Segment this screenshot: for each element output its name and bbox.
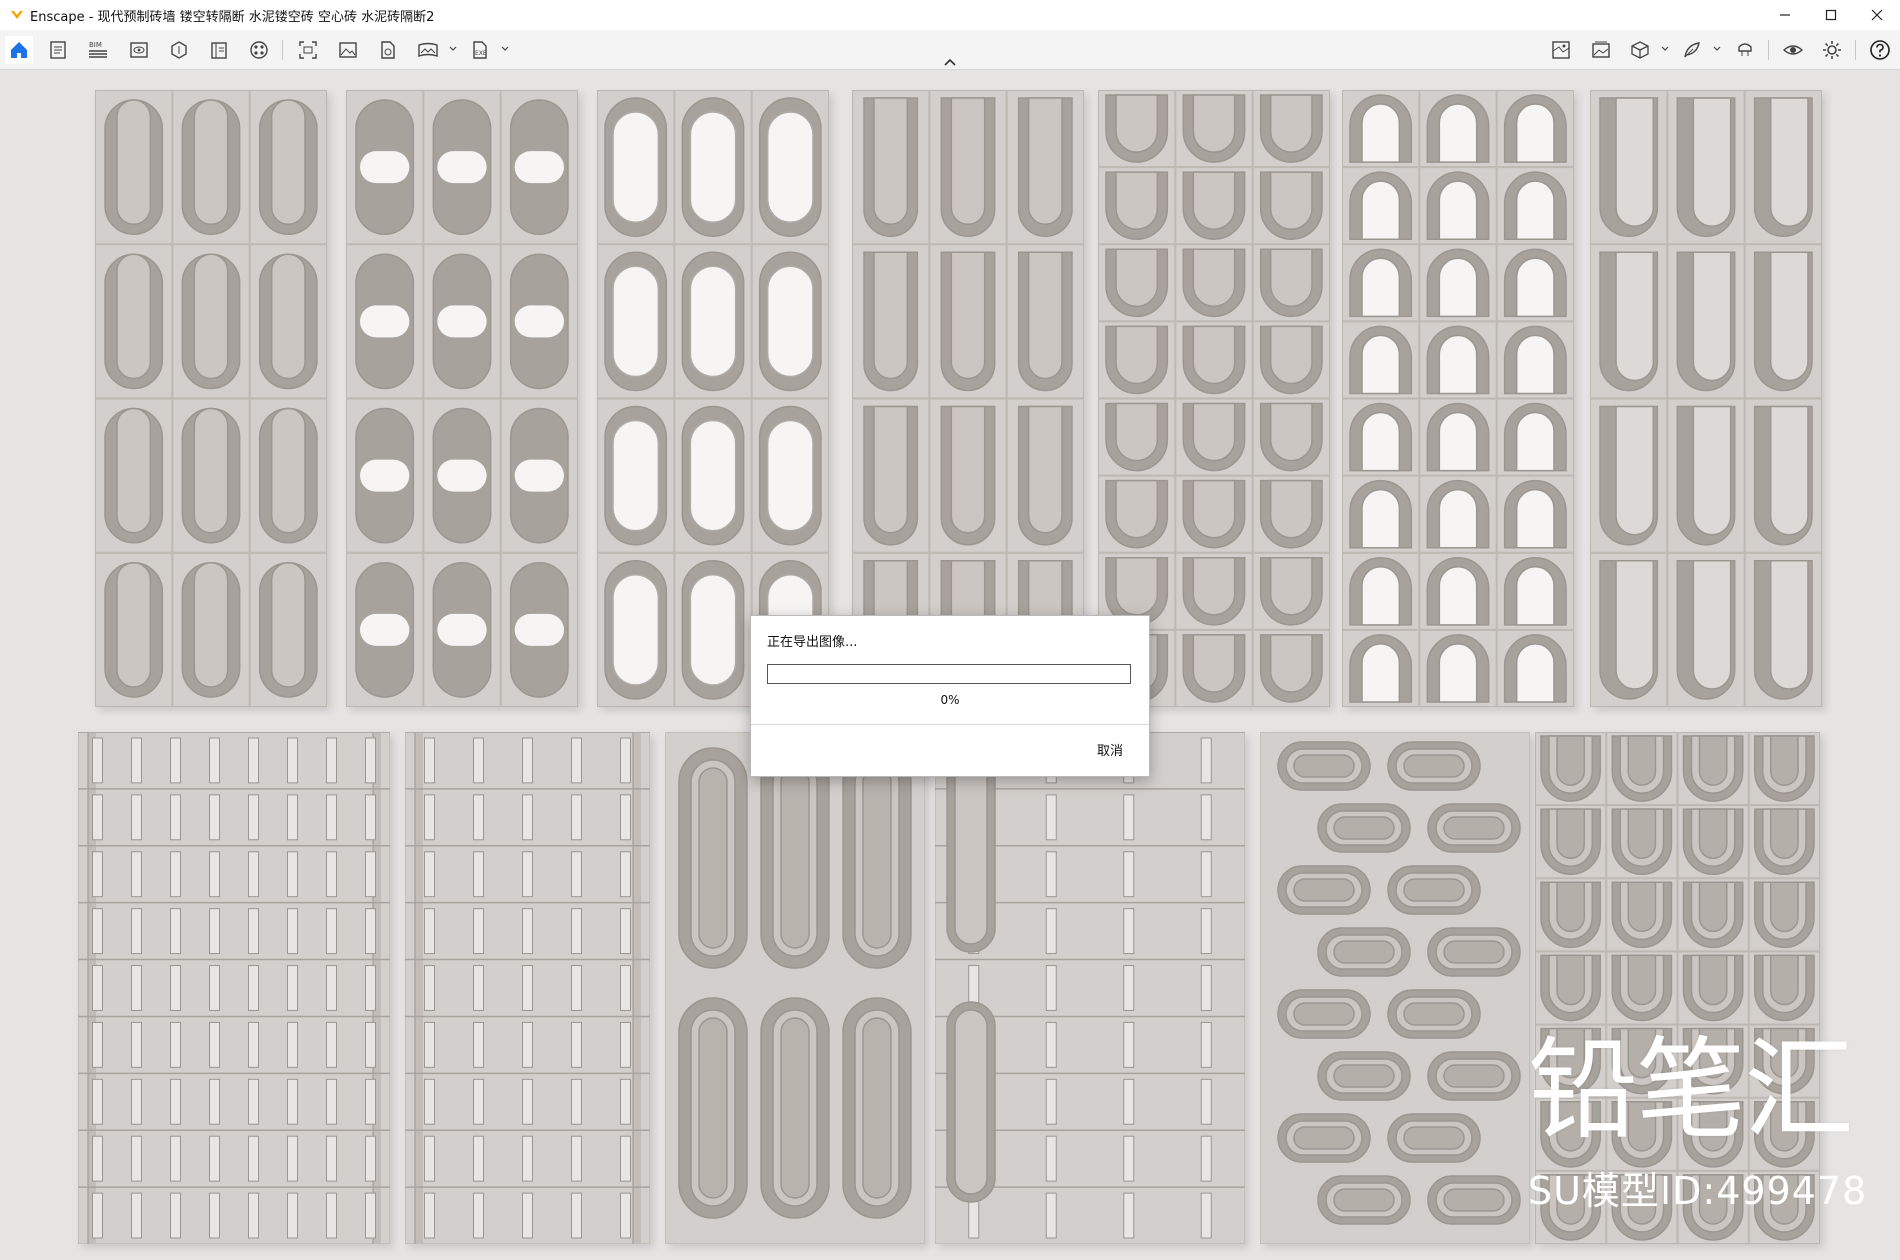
brick-panel-long-oval	[665, 732, 925, 1244]
cube-icon	[1631, 41, 1649, 59]
brick-panel-ribs-dense	[78, 732, 390, 1244]
image-icon	[339, 42, 357, 58]
brick-panel-ribs	[405, 732, 650, 1244]
eye-icon	[1782, 45, 1804, 55]
dialog-message: 正在导出图像...	[767, 635, 858, 650]
cancel-button[interactable]: 取消	[1091, 738, 1129, 761]
brick-panel-oval-ribs	[935, 732, 1245, 1244]
close-icon	[1871, 9, 1883, 21]
close-button[interactable]	[1854, 0, 1900, 30]
asset-library-icon	[171, 41, 187, 59]
image-gallery-button[interactable]	[1587, 36, 1615, 64]
book-icon	[211, 42, 227, 59]
cube-button[interactable]	[1626, 36, 1654, 64]
settings-icon	[1823, 41, 1841, 59]
home-button[interactable]	[5, 36, 33, 64]
minimize-icon	[1780, 14, 1790, 16]
file-export-button[interactable]	[374, 36, 402, 64]
help-button[interactable]	[1866, 36, 1894, 64]
screenshot-button[interactable]	[294, 36, 322, 64]
panorama-button[interactable]	[414, 36, 442, 64]
feather-dropdown-icon[interactable]	[1712, 44, 1722, 54]
maximize-icon	[1825, 9, 1837, 21]
progress-percent: 0%	[940, 693, 960, 707]
image-button[interactable]	[334, 36, 362, 64]
minimize-button[interactable]	[1762, 0, 1808, 30]
help-icon	[1870, 40, 1890, 60]
map-button[interactable]	[1547, 36, 1575, 64]
toolbar-separator	[1855, 40, 1856, 60]
brick-panel-stadium-u	[95, 90, 327, 707]
toolbar-separator	[282, 40, 283, 60]
vr-headset-button[interactable]	[1731, 36, 1759, 64]
brick-panel-small-arch	[1342, 90, 1574, 707]
collapse-toolbar-icon[interactable]	[940, 56, 960, 68]
panorama-dropdown-icon[interactable]	[448, 44, 458, 54]
view-button[interactable]	[125, 36, 153, 64]
svg-text:EXE: EXE	[475, 50, 487, 57]
exe-dropdown-icon[interactable]	[500, 44, 510, 54]
material-palette-button[interactable]	[245, 36, 273, 64]
exe-export-button[interactable]: EXE	[466, 36, 494, 64]
export-progress-dialog: 正在导出图像... 0% 取消	[750, 615, 1150, 777]
settings-button[interactable]	[1818, 36, 1846, 64]
home-icon	[11, 42, 27, 58]
document-icon	[50, 41, 66, 59]
image-gallery-icon	[1592, 41, 1610, 58]
svg-text:BIM: BIM	[89, 41, 102, 49]
asset-library-button[interactable]	[165, 36, 193, 64]
brick-panel-stadium-notch	[346, 90, 578, 707]
file-export-icon	[381, 41, 395, 59]
enscape-logo-icon	[11, 11, 23, 19]
exe-export-icon: EXE	[473, 41, 487, 59]
window-controls	[1762, 0, 1900, 30]
bim-button[interactable]: BIM	[84, 36, 112, 64]
map-icon	[1552, 41, 1570, 59]
brick-panel-concentric-ovals	[1260, 732, 1530, 1244]
brick-panel-large-u	[1590, 90, 1822, 707]
maximize-button[interactable]	[1808, 0, 1854, 30]
eye-button[interactable]	[1779, 36, 1807, 64]
bim-icon: BIM	[89, 41, 107, 58]
panorama-icon	[418, 42, 438, 57]
feather-button[interactable]	[1678, 36, 1706, 64]
dialog-divider	[751, 724, 1149, 725]
title-bar: Enscape - 现代预制砖墙 镂空转隔断 水泥镂空砖 空心砖 水泥砖隔断2	[0, 0, 1900, 30]
view-icon	[130, 42, 148, 58]
vr-headset-icon	[1738, 43, 1752, 56]
cube-dropdown-icon[interactable]	[1660, 44, 1670, 54]
window-title: Enscape - 现代预制砖墙 镂空转隔断 水泥镂空砖 空心砖 水泥砖隔断2	[30, 9, 435, 25]
model-id-text: SU模型ID:499478	[1528, 1169, 1868, 1213]
progress-bar	[767, 664, 1131, 684]
screenshot-icon	[299, 41, 317, 59]
toolbar-separator	[1768, 40, 1769, 60]
book-button[interactable]	[205, 36, 233, 64]
document-button[interactable]	[44, 36, 72, 64]
material-palette-icon	[250, 41, 268, 59]
brand-logo-text: 铅笔汇	[1528, 1026, 1854, 1154]
feather-icon	[1684, 42, 1700, 58]
